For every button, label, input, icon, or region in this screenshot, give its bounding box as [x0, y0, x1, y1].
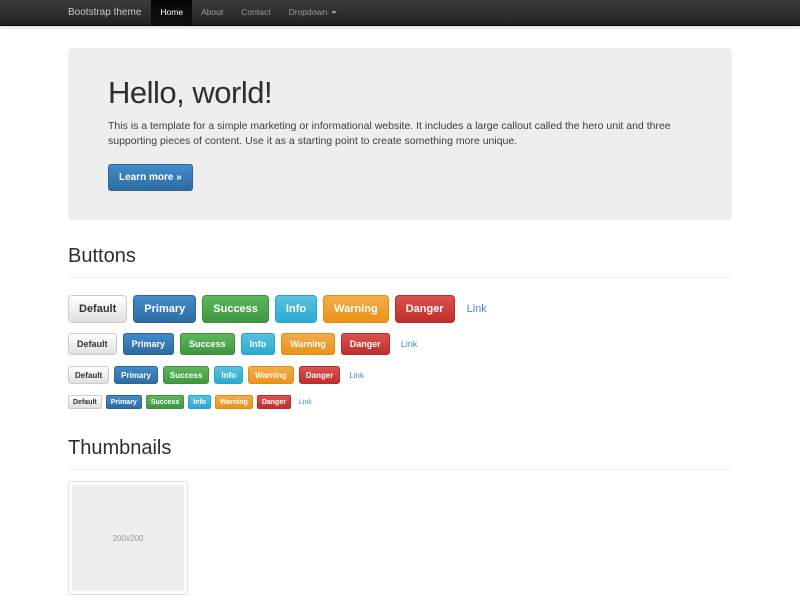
nav-item-about[interactable]: About — [192, 0, 232, 25]
default-button-sm[interactable]: Default — [68, 366, 109, 384]
primary-button-lg[interactable]: Primary — [133, 295, 196, 323]
info-button-xs[interactable]: Info — [188, 395, 211, 409]
button-row-large: Default Primary Success Info Warning Dan… — [68, 295, 732, 323]
thumbnails-section-header: Thumbnails — [68, 437, 732, 470]
success-button-xs[interactable]: Success — [146, 395, 184, 409]
default-button-xs[interactable]: Default — [68, 395, 102, 409]
link-button-lg[interactable]: Link — [461, 296, 493, 322]
default-button-md[interactable]: Default — [68, 333, 117, 355]
primary-button-sm[interactable]: Primary — [114, 366, 158, 384]
success-button-md[interactable]: Success — [180, 333, 235, 355]
buttons-section-header: Buttons — [68, 245, 732, 278]
success-button-sm[interactable]: Success — [163, 366, 209, 384]
nav-item-dropdown[interactable]: Dropdown — [280, 0, 347, 25]
nav-item-home[interactable]: Home — [151, 0, 192, 25]
info-button-sm[interactable]: Info — [214, 366, 243, 384]
navbar: Bootstrap theme Home About Contact Dropd… — [0, 0, 800, 26]
thumbnail-placeholder-label: 200x200 — [113, 534, 144, 543]
warning-button-xs[interactable]: Warning — [215, 395, 253, 409]
button-row-small: Default Primary Success Info Warning Dan… — [68, 366, 732, 384]
hero-title: Hello, world! — [108, 76, 692, 110]
link-button-xs[interactable]: Link — [295, 396, 316, 408]
nav-item-home-label: Home — [160, 0, 183, 25]
success-button-lg[interactable]: Success — [202, 295, 269, 323]
navbar-menu: Home About Contact Dropdown — [151, 0, 346, 25]
primary-button-xs[interactable]: Primary — [106, 395, 142, 409]
nav-item-contact-label: Contact — [241, 0, 270, 25]
button-row-default: Default Primary Success Info Warning Dan… — [68, 333, 732, 355]
hero-unit: Hello, world! This is a template for a s… — [68, 48, 732, 220]
danger-button-sm[interactable]: Danger — [299, 366, 341, 384]
learn-more-button[interactable]: Learn more » — [108, 164, 193, 191]
thumbnail[interactable]: 200x200 — [68, 481, 188, 595]
warning-button-lg[interactable]: Warning — [323, 295, 389, 323]
caret-down-icon — [331, 11, 337, 14]
primary-button-md[interactable]: Primary — [123, 333, 175, 355]
thumbnail-placeholder-image: 200x200 — [72, 485, 184, 591]
navbar-brand[interactable]: Bootstrap theme — [68, 0, 151, 25]
nav-item-dropdown-label: Dropdown — [289, 0, 328, 25]
danger-button-xs[interactable]: Danger — [257, 395, 291, 409]
thumbnails-heading: Thumbnails — [68, 437, 732, 459]
button-row-extra-small: Default Primary Success Info Warning Dan… — [68, 395, 732, 409]
danger-button-lg[interactable]: Danger — [395, 295, 455, 323]
warning-button-sm[interactable]: Warning — [248, 366, 294, 384]
info-button-lg[interactable]: Info — [275, 295, 317, 323]
link-button-md[interactable]: Link — [396, 334, 423, 354]
link-button-sm[interactable]: Link — [345, 367, 368, 383]
nav-item-contact[interactable]: Contact — [232, 0, 279, 25]
danger-button-md[interactable]: Danger — [341, 333, 390, 355]
nav-item-about-label: About — [201, 0, 223, 25]
buttons-heading: Buttons — [68, 245, 732, 267]
default-button-lg[interactable]: Default — [68, 295, 127, 323]
warning-button-md[interactable]: Warning — [281, 333, 335, 355]
info-button-md[interactable]: Info — [241, 333, 276, 355]
hero-text: This is a template for a simple marketin… — [108, 119, 692, 149]
